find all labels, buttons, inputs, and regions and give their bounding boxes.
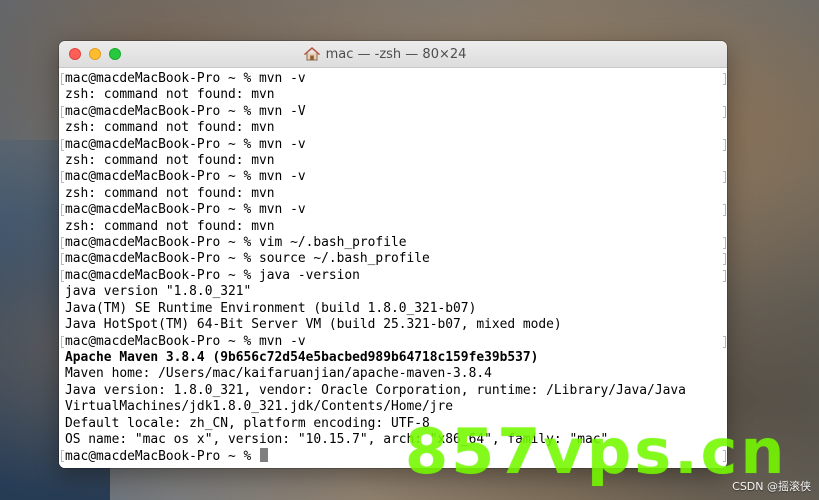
terminal-line-text: Maven home: /Users/mac/kaifaruanjian/apa… <box>65 366 492 382</box>
line-marker-right <box>723 253 726 266</box>
window-titlebar[interactable]: mac — -zsh — 80×24 <box>59 41 727 68</box>
terminal-line: Java version: 1.8.0_321, vendor: Oracle … <box>65 383 727 399</box>
terminal-line-text: mac@macdeMacBook-Pro ~ % <box>65 449 260 465</box>
terminal-line: mac@macdeMacBook-Pro ~ % <box>61 448 727 465</box>
terminal-line-text: Java(TM) SE Runtime Environment (build 1… <box>65 300 477 316</box>
terminal-line: mac@macdeMacBook-Pro ~ % vim ~/.bash_pro… <box>61 235 727 251</box>
line-marker-left <box>61 204 64 217</box>
terminal-line-text: java version "1.8.0_321" <box>65 284 252 300</box>
terminal-line: mac@macdeMacBook-Pro ~ % mvn -v <box>61 202 727 218</box>
terminal-output[interactable]: mac@macdeMacBook-Pro ~ % mvn -v zsh: comm… <box>59 68 727 468</box>
terminal-line-text: mac@macdeMacBook-Pro ~ % mvn -v <box>65 202 306 218</box>
terminal-cursor <box>260 448 269 463</box>
line-marker-right <box>723 450 726 463</box>
terminal-line-text: mac@macdeMacBook-Pro ~ % source ~/.bash_… <box>65 251 430 267</box>
terminal-line: zsh: command not found: mvn <box>65 120 727 136</box>
line-marker-left <box>61 269 64 282</box>
terminal-line-text: mac@macdeMacBook-Pro ~ % mvn -v <box>65 333 306 349</box>
terminal-line: mac@macdeMacBook-Pro ~ % mvn -v <box>61 333 727 350</box>
terminal-line-text: zsh: command not found: mvn <box>65 120 275 136</box>
minimize-button[interactable] <box>89 48 101 60</box>
line-marker-left <box>61 335 64 348</box>
window-title: mac — -zsh — 80×24 <box>325 46 467 62</box>
line-marker-right <box>723 138 726 151</box>
terminal-line: zsh: command not found: mvn <box>65 153 727 169</box>
terminal-line: Maven home: /Users/mac/kaifaruanjian/apa… <box>65 366 727 382</box>
terminal-line: Apache Maven 3.8.4 (9b656c72d54e5bacbed9… <box>65 350 727 366</box>
close-button[interactable] <box>69 48 81 60</box>
line-marker-right <box>723 171 726 184</box>
line-marker-left <box>61 171 64 184</box>
terminal-line-text: zsh: command not found: mvn <box>65 87 275 103</box>
credit-text: CSDN @摇滚侠 <box>732 480 811 493</box>
terminal-line: zsh: command not found: mvn <box>65 219 727 235</box>
line-marker-left <box>61 450 64 463</box>
terminal-line-text: mac@macdeMacBook-Pro ~ % mvn -v <box>65 71 306 86</box>
terminal-line: mac@macdeMacBook-Pro ~ % mvn -v <box>61 169 727 185</box>
terminal-line: mac@macdeMacBook-Pro ~ % mvn -v <box>61 136 727 153</box>
terminal-line: Default locale: zh_CN, platform encoding… <box>65 416 727 432</box>
terminal-line-text: mac@macdeMacBook-Pro ~ % mvn -v <box>65 169 306 185</box>
terminal-line-text: VirtualMachines/jdk1.8.0_321.jdk/Content… <box>65 399 454 415</box>
terminal-line-text: mac@macdeMacBook-Pro ~ % vim ~/.bash_pro… <box>65 235 407 251</box>
terminal-line: zsh: command not found: mvn <box>65 186 727 202</box>
terminal-line: mac@macdeMacBook-Pro ~ % mvn -V <box>61 103 727 120</box>
terminal-window[interactable]: mac — -zsh — 80×24 mac@macdeMacBook-Pro … <box>59 41 727 468</box>
terminal-line-text: Default locale: zh_CN, platform encoding… <box>65 415 430 431</box>
line-marker-left <box>61 138 64 151</box>
terminal-line-text: zsh: command not found: mvn <box>65 153 275 169</box>
terminal-line: java version "1.8.0_321" <box>65 284 727 300</box>
line-marker-right <box>723 105 726 118</box>
terminal-line-text: zsh: command not found: mvn <box>65 185 275 201</box>
terminal-line: OS name: "mac os x", version: "10.15.7",… <box>65 432 727 448</box>
terminal-line: Java(TM) SE Runtime Environment (build 1… <box>65 301 727 317</box>
terminal-line: mac@macdeMacBook-Pro ~ % java -version <box>61 267 727 284</box>
line-marker-right <box>723 73 726 85</box>
terminal-line-text: zsh: command not found: mvn <box>65 218 275 234</box>
line-marker-right <box>723 335 726 348</box>
line-marker-left <box>61 105 64 118</box>
line-marker-left <box>61 253 64 266</box>
line-marker-left <box>61 73 64 85</box>
terminal-line-text: Apache Maven 3.8.4 (9b656c72d54e5bacbed9… <box>65 349 539 365</box>
terminal-line: VirtualMachines/jdk1.8.0_321.jdk/Content… <box>65 399 727 415</box>
terminal-line-text: mac@macdeMacBook-Pro ~ % java -version <box>65 267 360 283</box>
zoom-button[interactable] <box>109 48 121 60</box>
terminal-line-text: mac@macdeMacBook-Pro ~ % mvn -V <box>65 103 306 119</box>
terminal-line-text: Java version: 1.8.0_321, vendor: Oracle … <box>65 382 686 398</box>
terminal-line-text: OS name: "mac os x", version: "10.15.7",… <box>65 431 609 447</box>
terminal-line: Java HotSpot(TM) 64-Bit Server VM (build… <box>65 317 727 333</box>
terminal-line: zsh: command not found: mvn <box>65 87 727 103</box>
line-marker-right <box>723 269 726 282</box>
line-marker-left <box>61 237 64 250</box>
terminal-line: mac@macdeMacBook-Pro ~ % source ~/.bash_… <box>61 251 727 267</box>
window-title-wrap: mac — -zsh — 80×24 <box>303 46 467 62</box>
window-controls <box>69 48 121 60</box>
terminal-line-text: mac@macdeMacBook-Pro ~ % mvn -v <box>65 136 306 152</box>
terminal-line-text: Java HotSpot(TM) 64-Bit Server VM (build… <box>65 317 562 333</box>
home-icon <box>303 47 320 61</box>
line-marker-right <box>723 237 726 250</box>
terminal-line: mac@macdeMacBook-Pro ~ % mvn -v <box>61 71 727 87</box>
line-marker-right <box>723 204 726 217</box>
